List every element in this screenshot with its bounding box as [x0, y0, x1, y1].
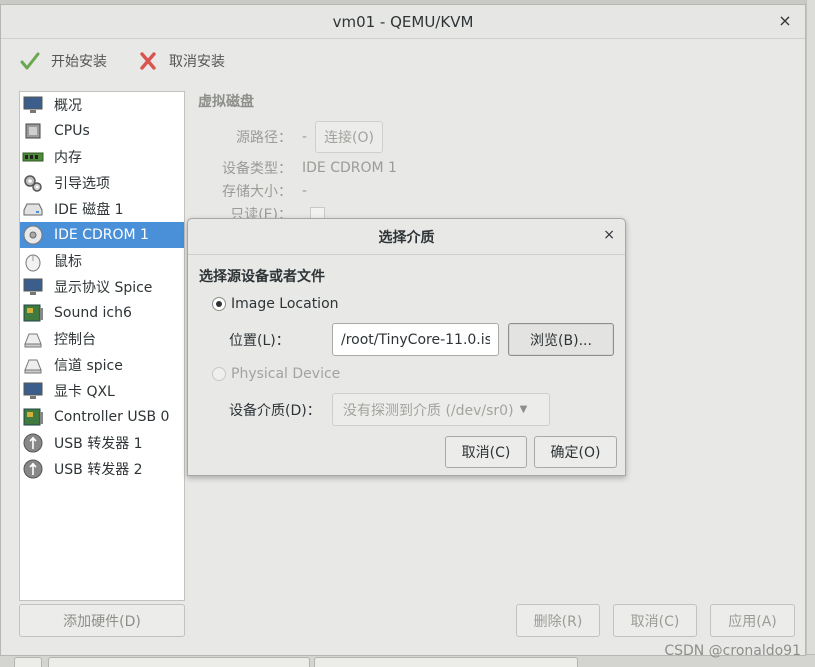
- sidebar-item-label: CPUs: [54, 123, 90, 139]
- storage-size-value: -: [302, 183, 308, 199]
- storage-size-label: 存储大小：: [222, 184, 292, 200]
- disk-icon: [23, 203, 43, 216]
- sidebar-item-mouse[interactable]: 鼠标: [20, 248, 184, 274]
- apply-button[interactable]: 应用(A): [710, 604, 795, 637]
- image-location-radio-row[interactable]: Image Location: [212, 296, 339, 312]
- monitor-icon: [23, 96, 43, 113]
- sidebar-item-overview[interactable]: 概况: [20, 92, 184, 118]
- cdrom-icon: [23, 225, 43, 245]
- cancel-button[interactable]: 取消(C): [613, 604, 697, 637]
- device-media-combo[interactable]: 没有探测到介质 (/dev/sr0) ▼: [332, 393, 550, 426]
- taskbar-window-button[interactable]: [48, 657, 310, 667]
- sidebar-item-ide-cdrom[interactable]: IDE CDROM 1: [20, 222, 184, 248]
- sidebar-item-cpus[interactable]: CPUs: [20, 118, 184, 144]
- device-type-value: IDE CDROM 1: [302, 160, 397, 176]
- sidebar-item-label: 显示协议 Spice: [54, 280, 153, 296]
- checkmark-icon: [20, 52, 40, 70]
- device-media-value: 没有探测到介质 (/dev/sr0): [343, 402, 514, 419]
- location-input[interactable]: [332, 323, 499, 356]
- begin-install-label: 开始安装: [51, 54, 107, 70]
- channel-icon: [24, 359, 42, 374]
- connect-button[interactable]: 连接(O): [315, 121, 384, 153]
- sidebar-item-ide-disk[interactable]: IDE 磁盘 1: [20, 196, 184, 222]
- desktop-edge: [806, 0, 815, 667]
- dialog-cancel-button[interactable]: 取消(C): [445, 436, 527, 468]
- dialog-ok-button[interactable]: 确定(O): [534, 436, 617, 468]
- watermark-text: CSDN @cronaldo91: [664, 643, 801, 659]
- window-titlebar[interactable]: vm01 - QEMU/KVM ×: [1, 5, 805, 39]
- monitor-icon: [23, 382, 43, 399]
- add-hardware-button[interactable]: 添加硬件(D): [19, 604, 185, 637]
- device-type-label: 设备类型：: [222, 161, 292, 177]
- cross-icon: [140, 52, 156, 70]
- cancel-install-button[interactable]: 取消安装: [137, 50, 225, 72]
- controller-card-icon: [23, 408, 43, 426]
- sidebar-item-label: IDE 磁盘 1: [54, 202, 124, 218]
- sidebar-item-label: USB 转发器 1: [54, 436, 143, 452]
- sidebar-item-controller-usb[interactable]: Controller USB 0: [20, 404, 184, 430]
- begin-install-button[interactable]: 开始安装: [19, 50, 107, 72]
- cancel-install-label: 取消安装: [169, 54, 225, 70]
- taskbar-show-desktop-button[interactable]: [14, 657, 42, 667]
- dialog-heading: 选择源设备或者文件: [199, 269, 325, 285]
- sidebar-item-boot-options[interactable]: 引导选项: [20, 170, 184, 196]
- chevron-down-icon: ▼: [519, 404, 528, 415]
- hardware-list: 概况 CPUs 内存 引导选项 IDE 磁盘 1 IDE CDROM 1 鼠标 …: [19, 91, 185, 601]
- browse-button[interactable]: 浏览(B)...: [508, 323, 614, 356]
- sidebar-item-label: 信道 spice: [54, 358, 123, 374]
- image-location-radio[interactable]: [212, 297, 226, 311]
- image-location-label: Image Location: [231, 296, 339, 312]
- toolbar: 开始安装 取消安装: [1, 39, 805, 83]
- sidebar-item-display-spice[interactable]: 显示协议 Spice: [20, 274, 184, 300]
- source-path-value: -: [302, 129, 308, 145]
- choose-media-dialog: 选择介质 × 选择源设备或者文件 Image Location 位置(L)： 浏…: [187, 218, 626, 476]
- source-path-label: 源路径：: [236, 130, 292, 146]
- sidebar-item-label: Controller USB 0: [54, 409, 170, 425]
- dialog-close-button[interactable]: ×: [603, 227, 615, 243]
- window-close-button[interactable]: ×: [775, 11, 795, 31]
- sidebar-item-label: 显卡 QXL: [54, 384, 115, 400]
- taskbar-window-button[interactable]: [314, 657, 578, 667]
- remove-button[interactable]: 删除(R): [516, 604, 600, 637]
- sidebar-item-video-qxl[interactable]: 显卡 QXL: [20, 378, 184, 404]
- sidebar-item-label: IDE CDROM 1: [54, 227, 149, 243]
- sidebar-item-label: USB 转发器 2: [54, 462, 143, 478]
- location-label: 位置(L)：: [229, 333, 290, 349]
- physical-device-radio-row[interactable]: Physical Device: [212, 366, 340, 382]
- memory-icon: [22, 152, 44, 162]
- usb-icon: [23, 433, 43, 453]
- sidebar-item-usb-redirector-2[interactable]: USB 转发器 2: [20, 456, 184, 482]
- monitor-icon: [23, 278, 43, 295]
- sidebar-item-channel-spice[interactable]: 信道 spice: [20, 352, 184, 378]
- sidebar-item-label: 控制台: [54, 332, 96, 348]
- usb-icon: [23, 459, 43, 479]
- sidebar-item-label: 引导选项: [54, 176, 110, 192]
- physical-device-label: Physical Device: [231, 366, 341, 382]
- physical-device-radio[interactable]: [212, 367, 226, 381]
- sound-card-icon: [23, 304, 43, 322]
- device-media-label: 设备介质(D)：: [229, 403, 321, 419]
- virtual-disk-section-title: 虚拟磁盘: [198, 94, 254, 110]
- gears-icon: [24, 175, 42, 192]
- cpu-icon: [25, 123, 41, 139]
- source-path-row: 源路径： - 连接(O): [210, 121, 384, 153]
- sidebar-item-label: 概况: [54, 98, 82, 114]
- sidebar-item-usb-redirector-1[interactable]: USB 转发器 1: [20, 430, 184, 456]
- console-icon: [24, 333, 42, 348]
- sidebar-item-label: 鼠标: [54, 254, 82, 270]
- dialog-title: 选择介质: [378, 229, 435, 246]
- sidebar-item-sound[interactable]: Sound ich6: [20, 300, 184, 326]
- sidebar-item-memory[interactable]: 内存: [20, 144, 184, 170]
- dialog-titlebar[interactable]: 选择介质 ×: [188, 219, 625, 255]
- sidebar-item-label: 内存: [54, 150, 82, 166]
- sidebar-item-label: Sound ich6: [54, 305, 132, 321]
- mouse-icon: [25, 254, 41, 272]
- window-title: vm01 - QEMU/KVM: [332, 12, 474, 31]
- sidebar-item-console[interactable]: 控制台: [20, 326, 184, 352]
